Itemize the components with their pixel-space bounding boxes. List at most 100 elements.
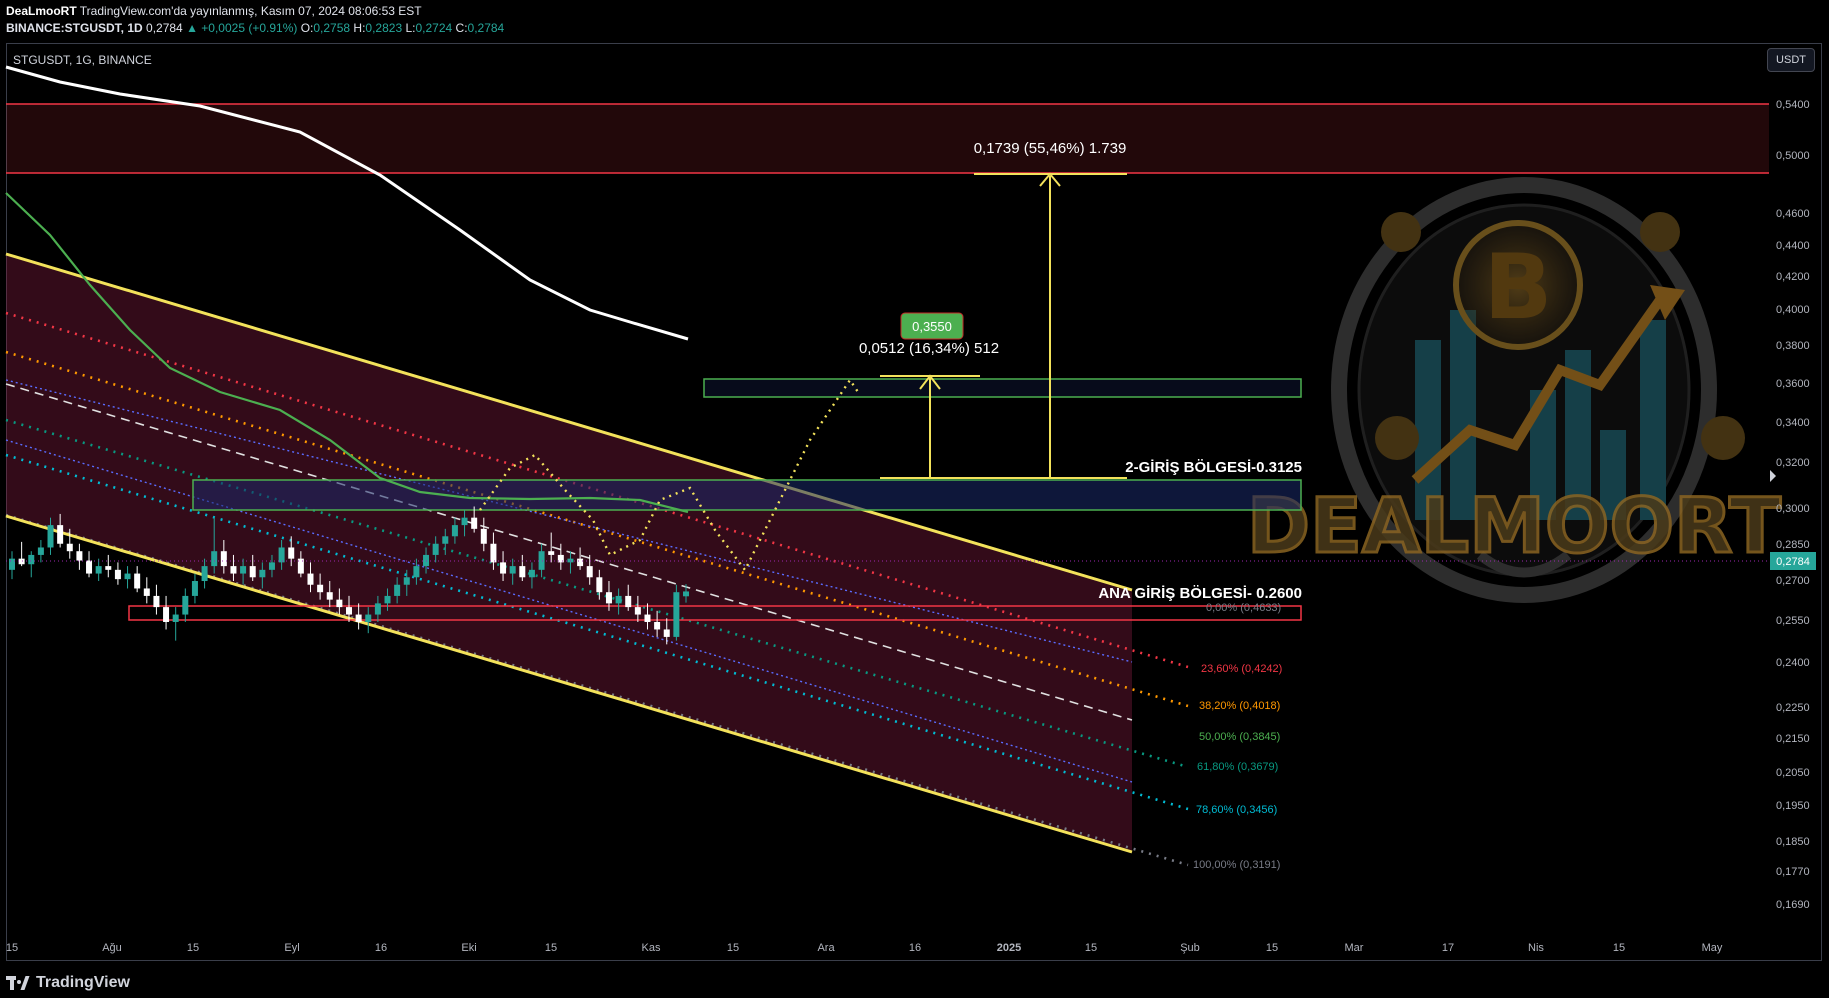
price-chart[interactable]: B DEALMOORT 0,1739 (55,46%) 1.739 0,3550… <box>0 0 1829 998</box>
currency-button[interactable]: USDT <box>1767 48 1815 72</box>
x-tick-label: 16 <box>375 942 387 954</box>
candle-body <box>432 543 439 555</box>
candle-body <box>471 517 478 529</box>
candle-body <box>480 528 487 544</box>
target-label: 0,1739 (55,46%) 1.739 <box>974 140 1127 157</box>
candle-body <box>461 517 468 526</box>
y-tick-label: 0,3600 <box>1776 378 1810 390</box>
candle-body <box>114 569 121 580</box>
candle-body <box>163 607 170 623</box>
candle-body <box>442 536 449 544</box>
candle-body <box>586 566 593 578</box>
zone2-label: 2-GİRİŞ BÖLGESİ-0.3125 <box>1125 459 1302 476</box>
candle-body <box>259 569 266 578</box>
tradingview-logo-text: TradingView <box>36 974 130 991</box>
candle-body <box>28 554 35 565</box>
y-tick-label: 0,4400 <box>1776 240 1810 252</box>
x-tick-label: Eki <box>461 942 476 954</box>
last-price-tag: 0,2784 <box>1776 556 1810 568</box>
y-tick-label: 0,4000 <box>1776 304 1810 316</box>
x-tick-label: 15 <box>1613 942 1625 954</box>
candle-body <box>317 584 324 593</box>
y-tick-label: 0,2400 <box>1776 657 1810 669</box>
candle-body <box>346 607 352 615</box>
zone2-box <box>192 479 1302 511</box>
candle-body <box>9 558 15 570</box>
candle-body <box>191 581 198 596</box>
candle-body <box>365 614 372 623</box>
candle-body <box>326 592 333 600</box>
candle-body <box>577 558 584 567</box>
candle-body <box>307 573 314 585</box>
fib-label-500: 50,00% (0,3845) <box>1199 731 1280 743</box>
candle-body <box>37 547 44 555</box>
x-tick-label: 15 <box>6 942 18 954</box>
target-zone <box>6 104 1769 173</box>
candle-body <box>413 566 420 578</box>
y-tick-label: 0,3800 <box>1776 340 1810 352</box>
y-tick-label: 0,2700 <box>1776 575 1810 587</box>
candle-body <box>134 573 141 589</box>
x-tick-label: 15 <box>545 942 557 954</box>
y-tick-label: 0,4200 <box>1776 271 1810 283</box>
main-zone-label: ANA GİRİŞ BÖLGESİ- 0.2600 <box>1098 585 1302 602</box>
x-axis[interactable]: 15 Ağu 15 Eyl 16 Eki 15 Kas 15 Ara 16 2025 15 Şub 15 Ma… <box>6 942 1723 954</box>
x-tick-label: Eyl <box>284 942 299 954</box>
candle-body <box>663 629 670 637</box>
candle-body <box>625 595 632 608</box>
candle-body <box>143 588 150 596</box>
y-tick-label: 0,1690 <box>1776 899 1810 911</box>
tradingview-logo[interactable]: TradingView <box>6 974 130 992</box>
candle-body <box>172 614 179 623</box>
candle-body <box>519 566 526 578</box>
x-tick-label: 2025 <box>997 942 1021 954</box>
candle-body <box>95 566 102 574</box>
fib-label-0: 0,00% (0,4633) <box>1206 602 1281 614</box>
x-tick-label: Nis <box>1528 942 1544 954</box>
candle-body <box>509 566 516 574</box>
y-tick-label: 0,5400 <box>1776 99 1810 111</box>
y-tick-label: 0,2250 <box>1776 702 1810 714</box>
top-green-box <box>703 378 1302 398</box>
candle-body <box>596 577 603 593</box>
candle-body <box>500 562 507 574</box>
candle-body <box>374 603 381 615</box>
y-tick-label: 0,4600 <box>1776 208 1810 220</box>
candle-body <box>683 591 689 597</box>
candle-body <box>278 547 285 563</box>
y-tick-label: 0,2150 <box>1776 733 1810 745</box>
x-tick-label: 15 <box>1085 942 1097 954</box>
y-tick-label: 0,1770 <box>1776 866 1810 878</box>
candle-body <box>240 566 247 574</box>
y-tick-label: 0,3400 <box>1776 417 1810 429</box>
fib-label-382: 38,20% (0,4018) <box>1199 700 1280 712</box>
x-tick-label: Ağu <box>102 942 122 954</box>
candle-body <box>490 543 497 563</box>
x-tick-label: Şub <box>1180 942 1200 954</box>
candle-body <box>384 595 391 604</box>
x-tick-label: Ara <box>817 942 835 954</box>
candle-body <box>528 569 535 578</box>
x-tick-label: 15 <box>1266 942 1278 954</box>
fib-label-100: 100,00% (0,3191) <box>1193 859 1280 871</box>
candle-body <box>548 551 555 555</box>
x-tick-label: 16 <box>909 942 921 954</box>
y-tick-label: 0,3000 <box>1776 503 1810 515</box>
fib-label-236: 23,60% (0,4242) <box>1201 663 1282 675</box>
y-tick-label: 0,2050 <box>1776 767 1810 779</box>
candle-body <box>394 584 401 596</box>
candle-body <box>538 551 545 570</box>
x-tick-label: 17 <box>1442 942 1454 954</box>
candle-body <box>57 525 64 544</box>
candle-body <box>288 547 295 559</box>
candle-body <box>336 599 343 608</box>
y-tick-label: 0,2850 <box>1776 539 1810 551</box>
candle-body <box>634 607 641 615</box>
candle-body <box>211 551 218 567</box>
candle-body <box>268 562 275 570</box>
x-tick-label: Kas <box>642 942 661 954</box>
y-tick-label: 0,3200 <box>1776 457 1810 469</box>
y-axis[interactable]: 0,5400 0,5000 0,4600 0,4400 0,4200 0,4000 0,38… <box>1776 99 1810 911</box>
y-tick-label: 0,5000 <box>1776 150 1810 162</box>
fib-label-618: 61,80% (0,3679) <box>1197 761 1278 773</box>
